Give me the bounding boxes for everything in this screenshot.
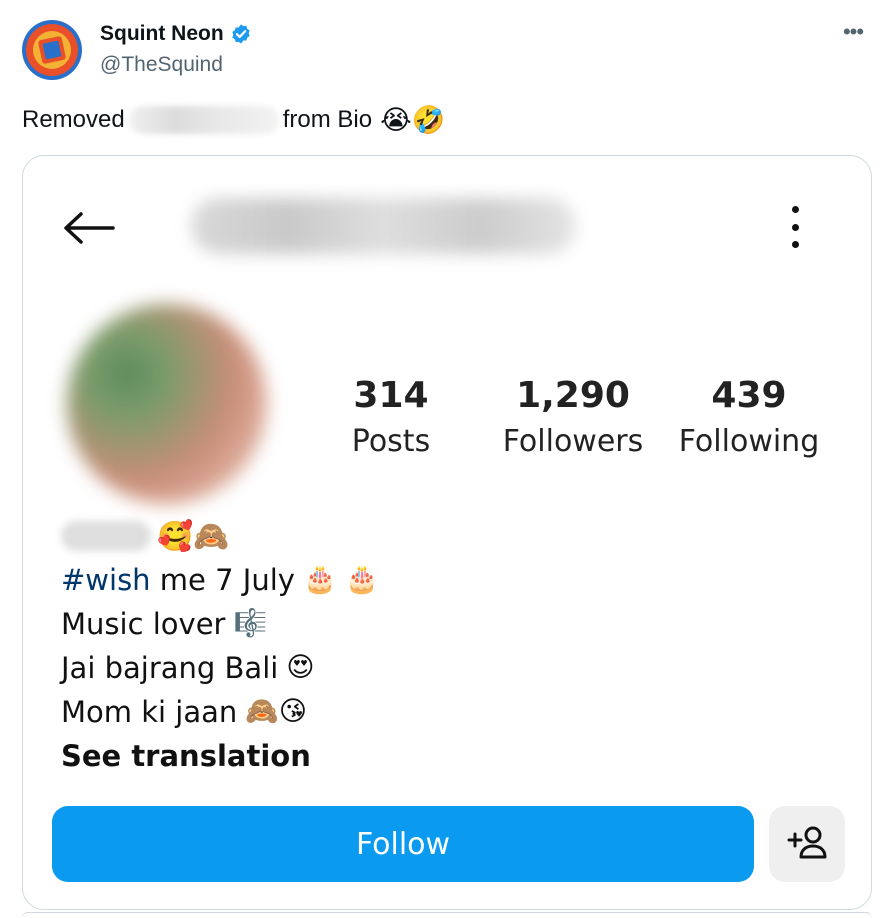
followers-label: Followers (502, 424, 644, 459)
following-count: 439 (711, 375, 787, 416)
tweet-emojis: 😭🤣 (380, 105, 446, 135)
bio-name-line: 🥰🙈 (61, 514, 379, 558)
redacted-username (191, 198, 576, 254)
followers-count: 1,290 (516, 375, 630, 416)
bio-line-3-emoji: 😍 (286, 652, 315, 683)
bio-line-4-text: Mom ki jaan (61, 695, 238, 729)
author-name-text[interactable]: Squint Neon (100, 22, 224, 46)
follow-button[interactable]: Follow (52, 806, 754, 882)
more-options-icon[interactable]: ••• (838, 21, 868, 46)
redacted-display-name (61, 521, 151, 551)
bio-line-4: Mom ki jaan 🙈😘 (61, 690, 379, 734)
profile-picture-blurred (67, 304, 267, 504)
profile-bio: 🥰🙈 #wish me 7 July 🎂 🎂 Music lover 🎼 Jai… (61, 514, 379, 778)
bio-hashtag-link[interactable]: #wish (61, 558, 151, 602)
bio-line-2: Music lover 🎼 (61, 602, 379, 646)
stat-posts[interactable]: 314 Posts (341, 374, 441, 462)
posts-count: 314 (353, 375, 429, 416)
redacted-text (128, 106, 279, 134)
posts-label: Posts (351, 424, 431, 459)
add-user-button[interactable] (769, 806, 845, 882)
bio-line-3-text: Jai bajrang Bali (61, 651, 279, 685)
following-label: Following (678, 424, 820, 459)
tweet-text-after: from Bio (282, 106, 373, 133)
author-name[interactable]: Squint Neon (100, 22, 252, 46)
next-card-edge (22, 912, 872, 918)
see-translation-link[interactable]: See translation (61, 734, 379, 778)
back-arrow-icon[interactable] (61, 208, 117, 248)
bio-line-2-text: Music lover (61, 607, 226, 641)
see-translation-text[interactable]: See translation (61, 734, 311, 778)
tweet-text-before: Removed (22, 106, 125, 133)
bio-line-2-emoji: 🎼 (233, 608, 268, 639)
bio-line-1-text: me 7 July (150, 563, 295, 597)
author-handle[interactable]: @TheSquind (100, 53, 223, 77)
bio-line-1: #wish me 7 July 🎂 🎂 (61, 558, 379, 602)
author-avatar[interactable] (22, 20, 82, 80)
stat-followers[interactable]: 1,290 Followers (493, 374, 653, 462)
attached-image-card[interactable]: 314 Posts 1,290 Followers 439 Following … (22, 155, 872, 910)
bio-line-4-emojis: 🙈😘 (245, 696, 308, 727)
bio-line-3: Jai bajrang Bali 😍 (61, 646, 379, 690)
bio-name-emojis: 🥰🙈 (157, 519, 230, 553)
bio-line-1-emojis: 🎂 🎂 (302, 564, 379, 595)
add-user-icon (785, 824, 829, 865)
verified-badge-icon (230, 23, 252, 45)
vertical-dots-icon[interactable] (783, 206, 807, 248)
stat-following[interactable]: 439 Following (675, 374, 823, 462)
tweet-text: Removed from Bio 😭🤣 (22, 104, 445, 136)
